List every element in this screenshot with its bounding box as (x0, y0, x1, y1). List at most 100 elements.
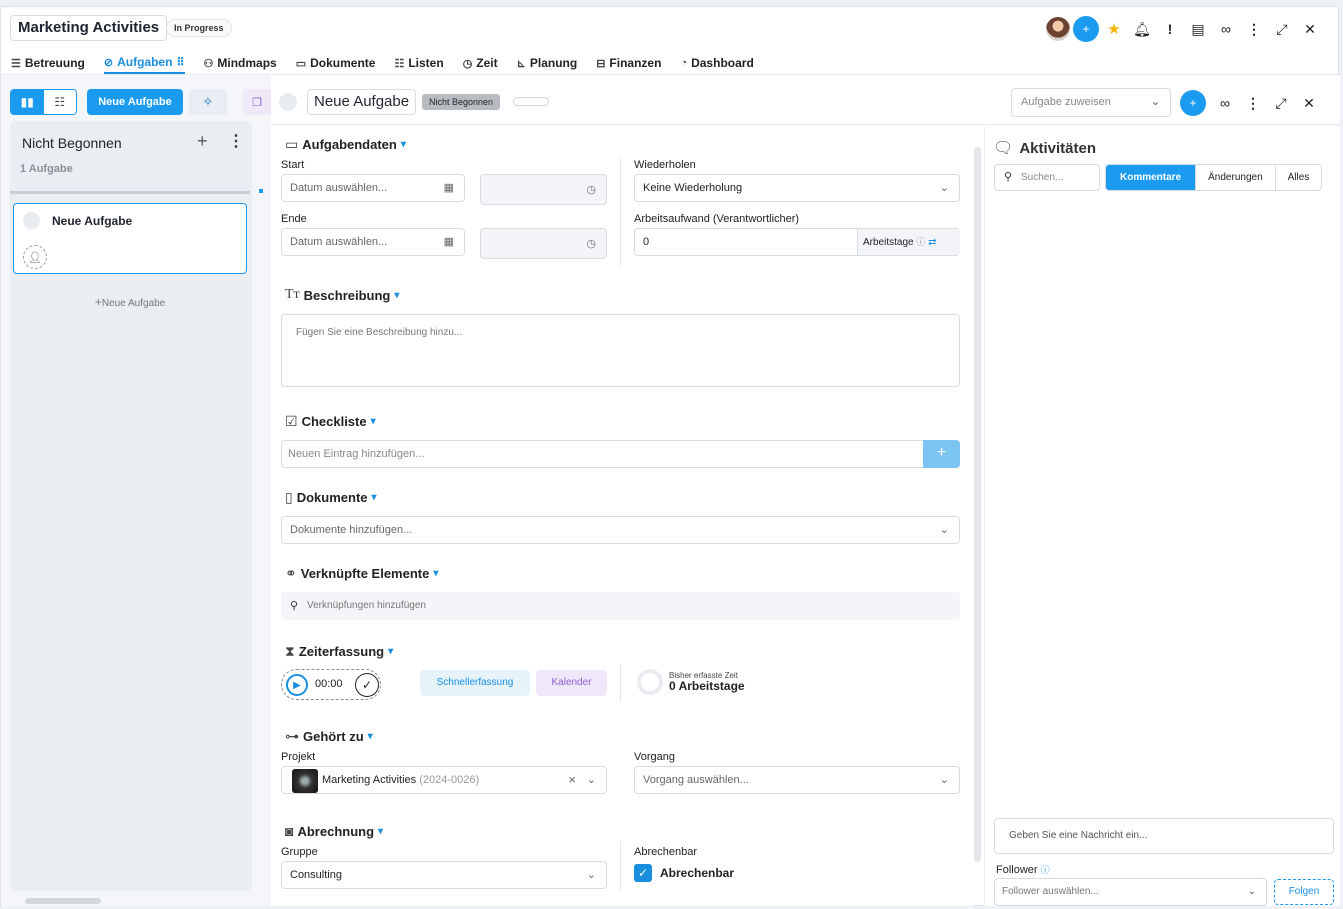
copy-button[interactable]: ❐ (243, 89, 271, 115)
assign-user-icon[interactable]: 👤︎ (23, 245, 47, 269)
task-header: Neue Aufgabe Nicht Begonnen Aufgabe zuwe… (271, 75, 1340, 125)
checklist-input[interactable]: Neuen Eintrag hinzufügen... + (281, 440, 960, 468)
form-scrollbar[interactable] (974, 147, 981, 862)
user-avatar[interactable] (1044, 15, 1072, 43)
project-select[interactable]: Marketing Activities (2024-0026) × ⌄ (281, 766, 607, 794)
section-zeiterfassung[interactable]: ⧗ Zeiterfassung ▾ (285, 643, 393, 660)
add-task-icon[interactable]: + (197, 131, 208, 152)
clear-icon[interactable]: × (568, 767, 576, 793)
task-status-badge[interactable]: Nicht Begonnen (422, 94, 501, 110)
new-task-button[interactable]: Neue Aufgabe (87, 89, 183, 115)
quick-entry-button[interactable]: Schnellerfassung (420, 670, 530, 696)
calendar-button[interactable]: Kalender (536, 670, 607, 696)
tab-dashboard[interactable]: ◔ Dashboard (680, 52, 753, 74)
follower-label: Follower (996, 864, 1038, 876)
check-icon[interactable]: ✓ (355, 673, 379, 697)
tab-kommentare[interactable]: Kommentare (1106, 165, 1196, 190)
list-view-button[interactable]: ☷ (43, 90, 76, 114)
documents-select[interactable]: Dokumente hinzufügen... ⌄ (281, 516, 960, 544)
message-input[interactable]: Geben Sie eine Nachricht ein... (994, 818, 1334, 854)
tab-betreuung[interactable]: ☰ Betreuung (11, 52, 85, 74)
project-title[interactable]: Marketing Activities (10, 15, 168, 41)
exclamation-icon: ! (1167, 21, 1173, 37)
check-circle-icon: ⊘ (103, 56, 114, 69)
repeat-select[interactable]: Keine Wiederholung ⌄ (634, 174, 960, 202)
gauge-icon: ◔ (680, 57, 688, 69)
links-search-input[interactable]: ⚲ Verknüpfungen hinzufügen (281, 592, 960, 620)
process-select[interactable]: Vorgang auswählen... ⌄ (634, 766, 960, 794)
start-time-input[interactable]: ◷ (480, 174, 607, 205)
folder-icon: ▭ (295, 57, 307, 70)
section-verknuepfte[interactable]: ⚭ Verknüpfte Elemente ▾ (285, 565, 438, 582)
task-status-circle[interactable] (279, 93, 297, 111)
checklist-placeholder: Neuen Eintrag hinzufügen... (288, 448, 425, 460)
section-checkliste[interactable]: ☑ Checkliste ▾ (285, 413, 376, 430)
link-button[interactable]: ∞ (1212, 15, 1240, 43)
favorite-button[interactable]: ★ (1100, 15, 1128, 43)
expand-button[interactable]: ⤢ (1267, 89, 1295, 117)
end-date-input[interactable]: Datum auswählen... ▦ (281, 228, 465, 256)
assign-task-select[interactable]: Aufgabe zuweisen ⌄ (1011, 88, 1171, 117)
search-icon: ⚲ (1004, 171, 1013, 183)
document-icon: ▤ (1191, 20, 1205, 37)
tab-planung[interactable]: ⊾ Planung (517, 52, 578, 74)
list-icon: ☷ (54, 95, 66, 109)
description-textarea[interactable]: Fügen Sie eine Beschreibung hinzu... (281, 314, 960, 387)
swap-icon[interactable]: ⇄ (928, 237, 936, 248)
close-icon: ✕ (1304, 20, 1316, 37)
start-date-input[interactable]: Datum auswählen... ▦ (281, 174, 465, 202)
follow-button[interactable]: Folgen (1274, 879, 1334, 905)
tab-listen[interactable]: ☷ Listen (394, 52, 443, 74)
tab-aenderungen[interactable]: Änderungen (1195, 165, 1275, 190)
end-time-input[interactable]: ◷ (480, 228, 607, 259)
add-assignee-button[interactable]: + (1179, 89, 1207, 117)
project-status-badge[interactable]: In Progress (166, 19, 232, 37)
link-icon: ∞ (1221, 21, 1231, 37)
horizontal-scrollbar[interactable] (25, 898, 101, 904)
task-card[interactable]: Neue Aufgabe 👤︎ (13, 203, 247, 274)
link-button[interactable]: ∞ (1211, 89, 1239, 117)
tab-mindmaps[interactable]: ⚇ Mindmaps (204, 52, 277, 74)
task-progress-pill[interactable] (513, 97, 549, 106)
notifications-button[interactable]: 🔔︎ (1128, 15, 1156, 43)
add-checklist-button[interactable]: + (923, 440, 960, 468)
task-title[interactable]: Neue Aufgabe (307, 89, 417, 115)
activity-search-input[interactable]: ⚲ Suchen... (994, 164, 1100, 191)
group-select[interactable]: Consulting ⌄ (281, 861, 607, 889)
timer-value: 00:00 (315, 678, 343, 690)
magic-button[interactable]: ✧ (189, 89, 227, 115)
section-title: Verknüpfte Elemente (300, 566, 430, 581)
add-task-label: Neue Aufgabe (101, 298, 166, 309)
tab-finanzen[interactable]: ⊟ Finanzen (596, 52, 661, 74)
more-button[interactable]: ⋮ (1240, 15, 1268, 43)
column-add-task[interactable]: +Neue Aufgabe (10, 295, 250, 309)
play-icon[interactable]: ▶ (286, 674, 308, 696)
close-button[interactable]: ✕ (1296, 15, 1324, 43)
kanban-view-button[interactable]: ▮▮ (11, 90, 44, 114)
chevron-down-icon: ⌄ (586, 774, 596, 786)
tab-alles[interactable]: Alles (1274, 165, 1322, 190)
tab-dokumente[interactable]: ▭ Dokumente (296, 52, 376, 74)
more-button[interactable]: ⋮ (1239, 89, 1267, 117)
calendar-icon: ▦ (443, 182, 454, 194)
section-aufgabendaten[interactable]: ▭ Aufgabendaten ▾ (285, 136, 406, 153)
close-button[interactable]: ✕ (1295, 89, 1323, 117)
expand-button[interactable]: ⤢ (1268, 15, 1296, 43)
report-button[interactable]: ▤ (1184, 15, 1212, 43)
tab-zeit[interactable]: ◷ Zeit (463, 52, 498, 74)
task-status-circle[interactable] (23, 212, 40, 229)
tab-aufgaben[interactable]: ⊘ Aufgaben ⠿ (103, 52, 185, 74)
effort-input[interactable]: 0 Arbeitstage ⓘ ⇄ (634, 228, 960, 256)
section-abrechnung[interactable]: ◙ Abrechnung ▾ (285, 823, 383, 839)
section-dokumente[interactable]: ▯ Dokumente ▾ (285, 489, 377, 506)
more-vertical-icon[interactable]: ⋮ (228, 131, 244, 151)
section-gehoert-zu[interactable]: ⊶ Gehört zu ▾ (285, 728, 373, 745)
resize-handle[interactable] (259, 189, 263, 193)
follower-select[interactable]: Follower auswählen... ⌄ (994, 878, 1267, 906)
section-beschreibung[interactable]: Tт Beschreibung ▾ (285, 287, 399, 303)
billable-checkbox[interactable]: ✓ (634, 864, 652, 882)
effort-unit: Arbeitstage (863, 237, 914, 248)
tab-label: Dashboard (691, 56, 754, 70)
add-member-button[interactable]: + (1072, 15, 1100, 43)
priority-button[interactable]: ! (1156, 15, 1184, 43)
